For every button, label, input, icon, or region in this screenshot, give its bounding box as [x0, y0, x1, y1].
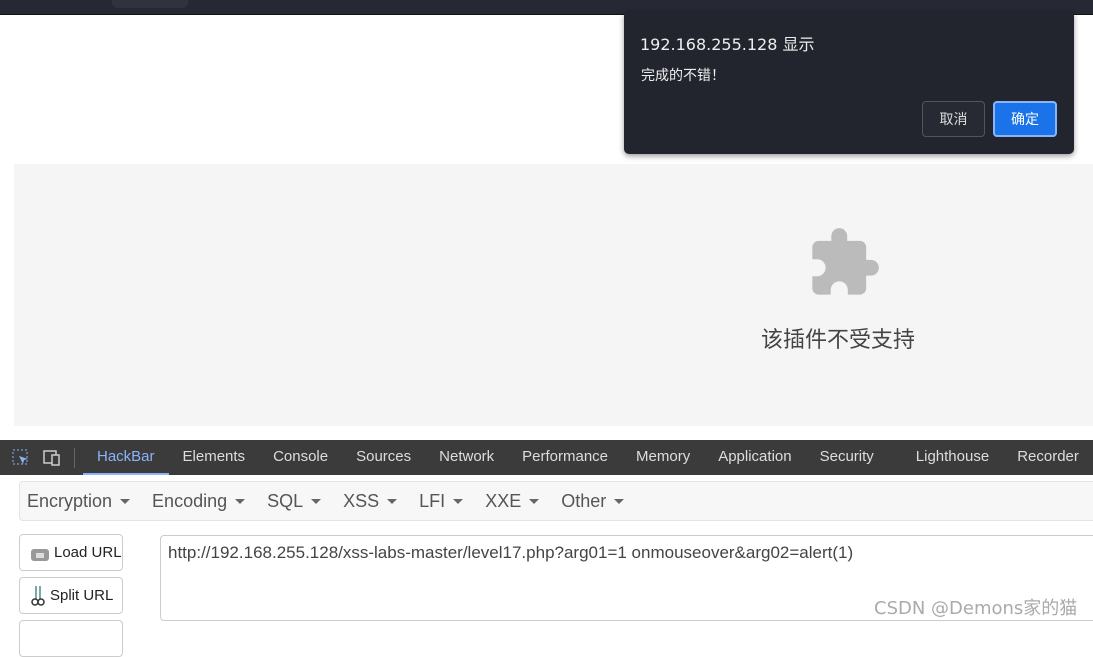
dialog-title: 192.168.255.128 显示	[640, 35, 815, 54]
tab-lighthouse[interactable]: Lighthouse	[902, 440, 1003, 475]
tab-hackbar[interactable]: HackBar	[83, 440, 169, 475]
plugin-unsupported-text: 该插件不受支持	[761, 328, 916, 353]
address-bar[interactable]	[112, 0, 188, 8]
tab-console[interactable]: Console	[259, 440, 342, 475]
load-url-button[interactable]: Load URL	[19, 534, 123, 571]
menu-lfi[interactable]: LFI	[419, 491, 463, 512]
divider	[74, 447, 75, 468]
cancel-button[interactable]: 取消	[922, 101, 985, 137]
devtools-tabbar: HackBar Elements Console Sources Network…	[0, 440, 1093, 475]
scissors-icon	[31, 585, 45, 606]
alert-dialog: 192.168.255.128 显示 完成的不错！ 取消 确定	[624, 11, 1074, 154]
tab-elements[interactable]: Elements	[169, 440, 260, 475]
load-url-label: Load URL	[54, 544, 122, 561]
tab-sources[interactable]: Sources	[342, 440, 425, 475]
menu-xxe[interactable]: XXE	[485, 491, 539, 512]
execute-button[interactable]	[19, 620, 123, 657]
tab-memory[interactable]: Memory	[622, 440, 704, 475]
menu-sql[interactable]: SQL	[267, 491, 321, 512]
load-icon	[31, 548, 49, 561]
tab-recorder[interactable]: Recorder	[1003, 440, 1093, 475]
menu-xss[interactable]: XSS	[343, 491, 397, 512]
puzzle-icon	[812, 228, 879, 295]
tab-performance[interactable]: Performance	[508, 440, 622, 475]
watermark: CSDN @Demons家的猫	[874, 598, 1078, 619]
tab-network[interactable]: Network	[425, 440, 508, 475]
tab-security[interactable]: Security	[806, 440, 888, 475]
dialog-message: 完成的不错！	[641, 68, 725, 84]
menu-encoding[interactable]: Encoding	[152, 491, 245, 512]
hackbar-menu: Encryption Encoding SQL XSS LFI XXE Othe…	[19, 481, 1093, 521]
inspect-element-icon[interactable]	[11, 448, 31, 468]
device-toolbar-icon[interactable]	[42, 448, 62, 468]
split-url-button[interactable]: Split URL	[19, 577, 123, 614]
tab-application[interactable]: Application	[704, 440, 805, 475]
menu-other[interactable]: Other	[561, 491, 624, 512]
split-url-label: Split URL	[50, 587, 114, 604]
menu-encryption[interactable]: Encryption	[27, 491, 130, 512]
plugin-placeholder	[14, 164, 1093, 426]
ok-button[interactable]: 确定	[993, 101, 1057, 137]
